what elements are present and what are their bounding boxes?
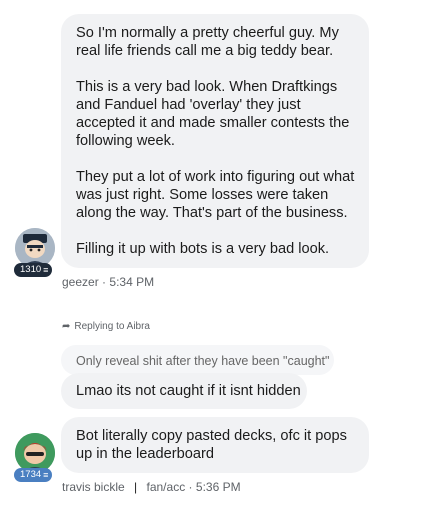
- karma-badge-travis: 1734 ≡: [14, 468, 53, 482]
- avatar-geezer[interactable]: [15, 228, 55, 268]
- message-bubble-geezer: So I'm normally a pretty cheerful guy. M…: [61, 14, 369, 268]
- message-text: Lmao its not caught if it isnt hidden: [76, 383, 301, 399]
- timestamp: 5:36 PM: [195, 480, 241, 494]
- bars-icon: ≡: [43, 265, 48, 275]
- message-meta-geezer: geezer · 5:34 PM: [62, 275, 155, 289]
- meta-divider: |: [134, 480, 138, 494]
- message-text: So I'm normally a pretty cheerful guy. M…: [76, 25, 355, 257]
- message-text: Bot literally copy pasted decks, ofc it …: [76, 428, 347, 462]
- author-name[interactable]: travis bickle: [62, 480, 125, 494]
- message-bubble-travis: Bot literally copy pasted decks, ofc it …: [61, 417, 369, 473]
- timestamp: 5:34 PM: [109, 275, 155, 289]
- quoted-message[interactable]: Only reveal shit after they have been "c…: [61, 345, 334, 375]
- author-name[interactable]: geezer: [62, 275, 99, 289]
- message-meta-travis: travis bickle | fan/acc · 5:36 PM: [62, 480, 241, 494]
- bars-icon: ≡: [43, 470, 48, 480]
- travis-avatar-icon: [15, 433, 55, 473]
- karma-badge-geezer: 1310 ≡: [14, 263, 53, 277]
- quoted-text: Only reveal shit after they have been "c…: [76, 354, 330, 368]
- reply-arrow-icon: ➦: [62, 321, 71, 332]
- replying-to-indicator[interactable]: ➦ Replying to Aibra: [62, 321, 150, 332]
- author-role: fan/acc: [146, 480, 186, 494]
- avatar-travis[interactable]: [15, 433, 55, 473]
- reply-message-bubble: Lmao its not caught if it isnt hidden: [61, 373, 307, 409]
- geezer-avatar-icon: [15, 228, 55, 268]
